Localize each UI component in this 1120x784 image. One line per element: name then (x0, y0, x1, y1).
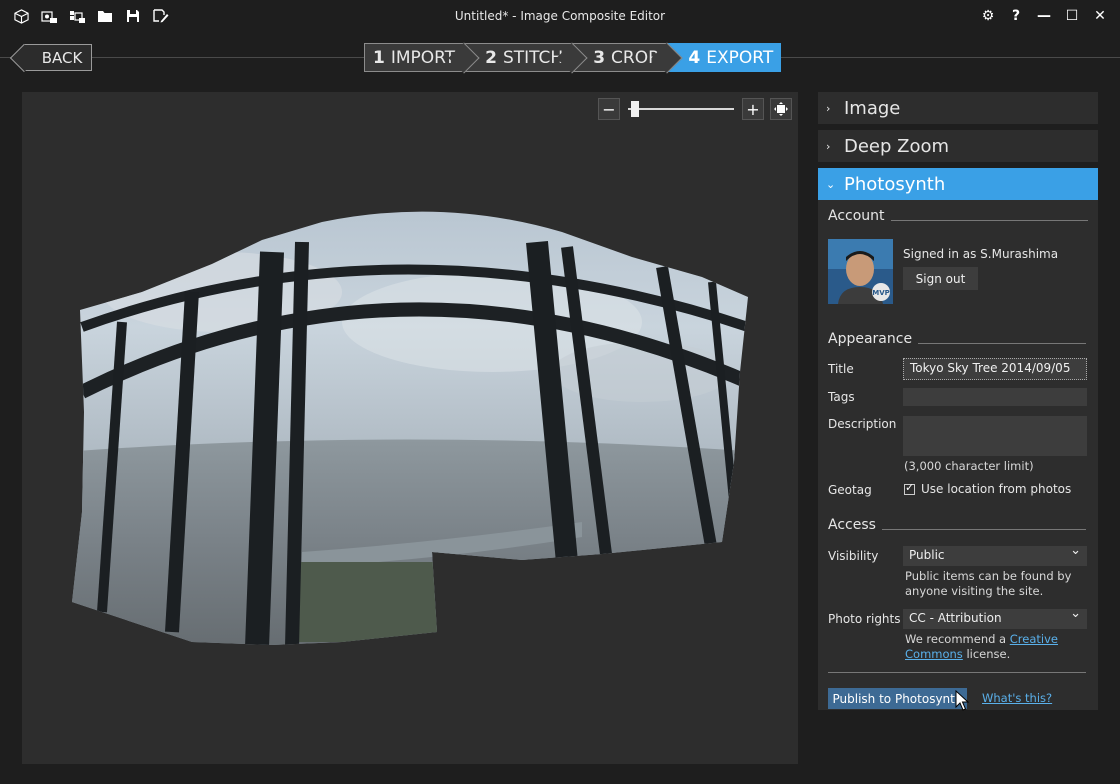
panorama-image (72, 211, 748, 645)
step-label: EXPORT (706, 47, 774, 68)
section-deep-zoom-label: Deep Zoom (844, 135, 950, 157)
step-number: 4 (688, 47, 701, 68)
geotag-option[interactable]: Use location from photos (904, 481, 1072, 496)
chevron-right-icon: › (826, 139, 831, 153)
appearance-heading-label: Appearance (828, 331, 913, 347)
publish-to-photosynth-button[interactable]: Publish to Photosynth (828, 688, 967, 709)
photo-rights-select[interactable]: CC - Attribution (903, 606, 1087, 629)
step-number: 2 (485, 47, 497, 68)
visibility-select[interactable]: Public (903, 543, 1087, 566)
step-export[interactable]: 4 EXPORT (668, 43, 782, 72)
title-label: Title (828, 362, 854, 376)
avatar: MVP (828, 239, 893, 308)
section-deep-zoom[interactable]: › Deep Zoom (818, 130, 1098, 162)
step-label: IMPORT (390, 47, 456, 68)
mvp-badge: MVP (872, 289, 890, 297)
title-bar: Untitled* - Image Composite Editor ⚙ ? —… (0, 0, 1120, 34)
photo-rights-hint: We recommend a Creative Commons license. (905, 632, 1085, 662)
photosynth-settings: Account MVP Signed in as S.Murashima Sig… (818, 200, 1098, 710)
step-number: 1 (373, 47, 385, 68)
maximize-icon[interactable]: ☐ (1058, 5, 1086, 27)
account-heading-label: Account (828, 208, 885, 224)
description-label: Description (828, 417, 897, 431)
whats-this-link[interactable]: What's this? (982, 691, 1052, 705)
account-heading: Account (828, 208, 1088, 224)
export-panel: › Image › Deep Zoom ⌄ Photosynth Account MV… (818, 92, 1098, 710)
photo-rights-label: Photo rights (828, 612, 901, 626)
access-heading: Access (828, 517, 1086, 533)
access-heading-label: Access (828, 517, 876, 533)
help-icon[interactable]: ? (1002, 5, 1030, 27)
rights-hint-post: license. (962, 647, 1011, 661)
mouse-cursor-icon (955, 690, 969, 711)
visibility-label: Visibility (828, 549, 879, 563)
close-icon[interactable]: ✕ (1086, 5, 1114, 27)
minimize-icon[interactable]: — (1030, 5, 1058, 27)
section-image[interactable]: › Image (818, 92, 1098, 124)
divider (828, 672, 1086, 673)
geotag-checkbox[interactable] (904, 481, 915, 495)
section-photosynth-label: Photosynth (844, 173, 946, 195)
window-controls: ⚙ ? — ☐ ✕ (974, 5, 1114, 27)
window-title: Untitled* - Image Composite Editor (454, 9, 666, 23)
settings-gear-icon[interactable]: ⚙ (974, 5, 1002, 27)
step-import[interactable]: 1 IMPORT (364, 43, 464, 72)
chevron-down-icon: ⌄ (826, 177, 836, 191)
step-stitch[interactable]: 2 STITCH (465, 43, 572, 72)
signed-in-text: Signed in as S.Murashima (903, 247, 1059, 261)
step-label: CROP (611, 47, 659, 68)
chevron-right-icon: › (826, 101, 831, 115)
tags-input[interactable] (903, 388, 1087, 406)
appearance-heading: Appearance (828, 331, 1086, 347)
visibility-hint: Public items can be found by anyone visi… (905, 569, 1072, 598)
step-number: 3 (593, 47, 606, 68)
step-label: STITCH (502, 47, 564, 68)
tags-label: Tags (828, 390, 855, 404)
workflow-steps: 1 IMPORT 2 STITCH 3 CROP 4 EXPORT (364, 43, 783, 72)
section-image-label: Image (844, 97, 901, 119)
geotag-option-label: Use location from photos (921, 482, 1072, 496)
back-button[interactable]: BACK (24, 44, 92, 71)
section-photosynth[interactable]: ⌄ Photosynth (818, 168, 1098, 200)
geotag-label: Geotag (828, 483, 872, 497)
preview-canvas[interactable]: − + (22, 92, 798, 764)
back-button-label: BACK (41, 48, 83, 67)
title-input[interactable]: Tokyo Sky Tree 2014/09/05 (903, 358, 1087, 380)
char-limit-text: (3,000 character limit) (904, 459, 1034, 473)
description-input[interactable] (903, 416, 1087, 456)
sign-out-button[interactable]: Sign out (903, 267, 978, 290)
rights-hint-pre: We recommend a (905, 632, 1010, 646)
